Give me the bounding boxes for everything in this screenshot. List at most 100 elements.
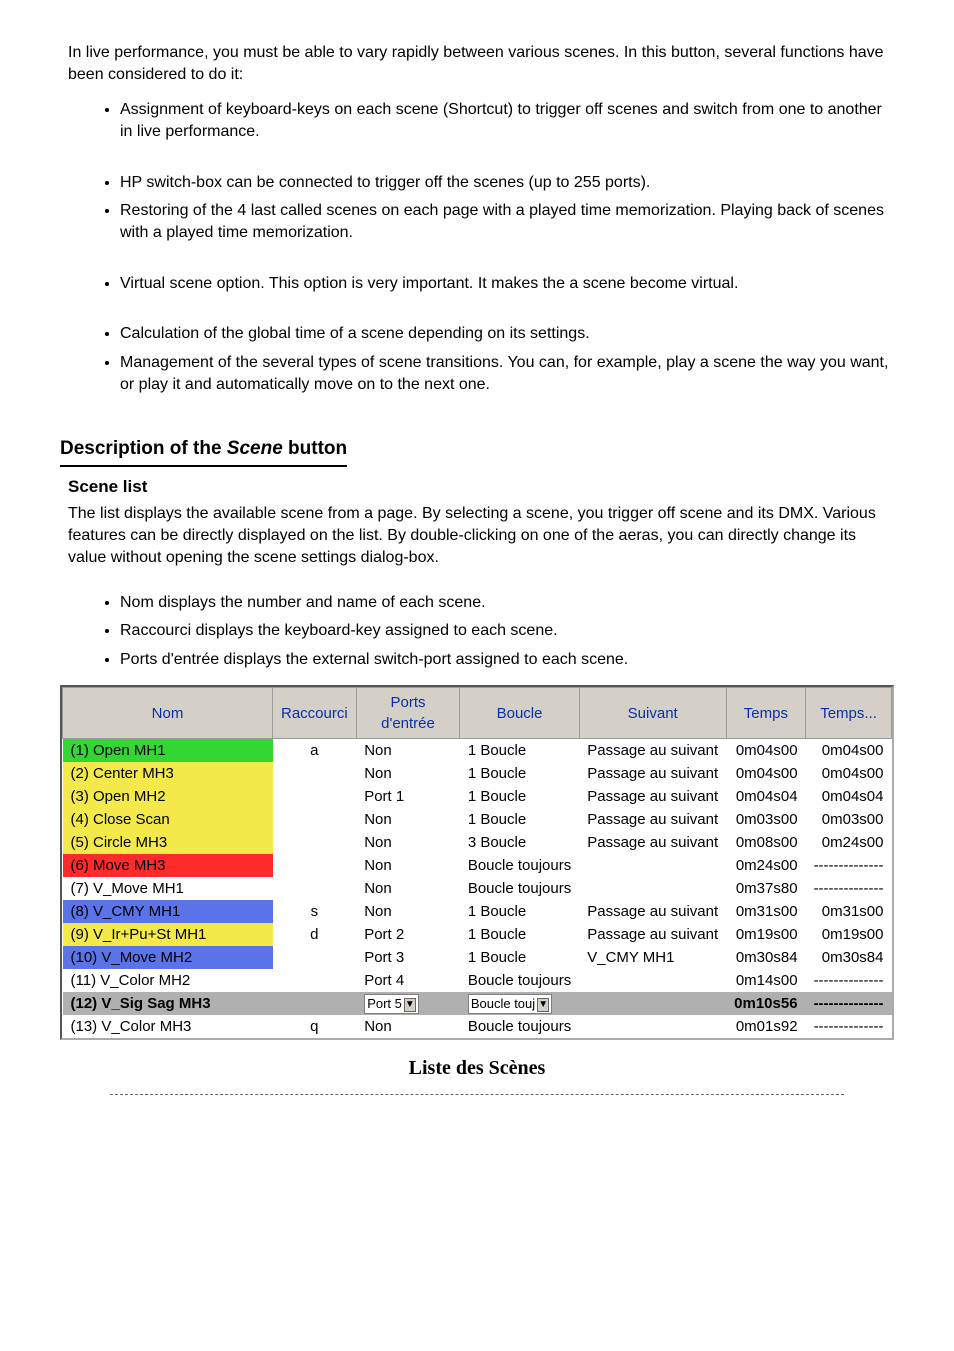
- col-ports[interactable]: Ports d'entrée: [356, 688, 460, 739]
- cell-raccourci[interactable]: d: [273, 923, 357, 946]
- cell-temps[interactable]: 0m10s56: [726, 992, 805, 1015]
- table-row[interactable]: (13) V_Color MH3qNonBoucle toujours0m01s…: [63, 1015, 892, 1038]
- cell-nom[interactable]: (12) V_Sig Sag MH3: [63, 992, 273, 1015]
- cell-boucle[interactable]: Boucle toujours: [460, 969, 579, 992]
- cell-suivant[interactable]: Passage au suivant: [579, 831, 726, 854]
- cell-boucle[interactable]: Boucle toujours: [460, 877, 579, 900]
- cell-temps[interactable]: 0m08s00: [726, 831, 805, 854]
- cell-temps2[interactable]: 0m03s00: [806, 808, 892, 831]
- cell-port[interactable]: Port 1: [356, 785, 460, 808]
- cell-temps2[interactable]: --------------: [806, 969, 892, 992]
- cell-suivant[interactable]: Passage au suivant: [579, 900, 726, 923]
- cell-temps[interactable]: 0m01s92: [726, 1015, 805, 1038]
- cell-port[interactable]: Port 3: [356, 946, 460, 969]
- table-row[interactable]: (5) Circle MH3Non3 BouclePassage au suiv…: [63, 831, 892, 854]
- port-dropdown[interactable]: Port 5▼: [364, 994, 419, 1014]
- cell-boucle[interactable]: Boucle toujours: [460, 854, 579, 877]
- cell-temps[interactable]: 0m19s00: [726, 923, 805, 946]
- cell-boucle[interactable]: 1 Boucle: [460, 808, 579, 831]
- cell-port[interactable]: Non: [356, 739, 460, 763]
- table-row[interactable]: (8) V_CMY MH1sNon1 BouclePassage au suiv…: [63, 900, 892, 923]
- cell-temps2[interactable]: 0m04s04: [806, 785, 892, 808]
- cell-port[interactable]: Port 5▼: [356, 992, 460, 1015]
- cell-boucle[interactable]: 1 Boucle: [460, 762, 579, 785]
- cell-nom[interactable]: (3) Open MH2: [63, 785, 273, 808]
- cell-temps2[interactable]: 0m31s00: [806, 900, 892, 923]
- cell-port[interactable]: Non: [356, 900, 460, 923]
- cell-boucle[interactable]: 1 Boucle: [460, 739, 579, 763]
- cell-nom[interactable]: (1) Open MH1: [63, 739, 273, 763]
- cell-raccourci[interactable]: [273, 992, 357, 1015]
- table-row[interactable]: (12) V_Sig Sag MH3 Port 5▼ Boucle touj▼ 0m1…: [63, 992, 892, 1015]
- cell-port[interactable]: Non: [356, 808, 460, 831]
- cell-nom[interactable]: (11) V_Color MH2: [63, 969, 273, 992]
- cell-temps2[interactable]: 0m24s00: [806, 831, 892, 854]
- chevron-down-icon[interactable]: ▼: [537, 998, 549, 1012]
- cell-nom[interactable]: (13) V_Color MH3: [63, 1015, 273, 1038]
- cell-port[interactable]: Non: [356, 1015, 460, 1038]
- cell-nom[interactable]: (6) Move MH3: [63, 854, 273, 877]
- cell-suivant[interactable]: [579, 877, 726, 900]
- cell-port[interactable]: Non: [356, 854, 460, 877]
- cell-raccourci[interactable]: [273, 808, 357, 831]
- cell-temps2[interactable]: --------------: [806, 854, 892, 877]
- table-row[interactable]: (3) Open MH2 Port 11 BouclePassage au sui…: [63, 785, 892, 808]
- cell-boucle[interactable]: 1 Boucle: [460, 946, 579, 969]
- cell-raccourci[interactable]: s: [273, 900, 357, 923]
- cell-temps2[interactable]: --------------: [806, 1015, 892, 1038]
- cell-nom[interactable]: (10) V_Move MH2: [63, 946, 273, 969]
- col-nom[interactable]: Nom: [63, 688, 273, 739]
- table-row[interactable]: (2) Center MH3 Non1 BouclePassage au suiv…: [63, 762, 892, 785]
- cell-temps2[interactable]: 0m30s84: [806, 946, 892, 969]
- col-temps2[interactable]: Temps...: [806, 688, 892, 739]
- cell-suivant[interactable]: [579, 854, 726, 877]
- cell-suivant[interactable]: Passage au suivant: [579, 785, 726, 808]
- cell-port[interactable]: Non: [356, 831, 460, 854]
- cell-suivant[interactable]: [579, 1015, 726, 1038]
- cell-temps[interactable]: 0m37s80: [726, 877, 805, 900]
- cell-suivant[interactable]: Passage au suivant: [579, 739, 726, 763]
- cell-raccourci[interactable]: [273, 762, 357, 785]
- table-row[interactable]: (4) Close Scan Non1 BouclePassage au suiv…: [63, 808, 892, 831]
- cell-raccourci[interactable]: a: [273, 739, 357, 763]
- cell-raccourci[interactable]: [273, 854, 357, 877]
- cell-suivant[interactable]: [579, 969, 726, 992]
- cell-nom[interactable]: (9) V_Ir+Pu+St MH1: [63, 923, 273, 946]
- cell-temps[interactable]: 0m04s00: [726, 739, 805, 763]
- cell-boucle[interactable]: Boucle touj▼: [460, 992, 579, 1015]
- cell-nom[interactable]: (7) V_Move MH1: [63, 877, 273, 900]
- table-row[interactable]: (10) V_Move MH2Port 31 BoucleV_CMY MH10m…: [63, 946, 892, 969]
- table-row[interactable]: (6) Move MH3NonBoucle toujours0m24s00---…: [63, 854, 892, 877]
- cell-port[interactable]: Non: [356, 762, 460, 785]
- cell-boucle[interactable]: 1 Boucle: [460, 923, 579, 946]
- cell-temps[interactable]: 0m31s00: [726, 900, 805, 923]
- cell-suivant[interactable]: Passage au suivant: [579, 923, 726, 946]
- cell-nom[interactable]: (2) Center MH3: [63, 762, 273, 785]
- cell-raccourci[interactable]: [273, 969, 357, 992]
- scenes-table[interactable]: Nom Raccourci Ports d'entrée Boucle Suiv…: [62, 687, 892, 1038]
- cell-temps2[interactable]: 0m19s00: [806, 923, 892, 946]
- cell-nom[interactable]: (4) Close Scan: [63, 808, 273, 831]
- cell-temps[interactable]: 0m04s00: [726, 762, 805, 785]
- cell-boucle[interactable]: 1 Boucle: [460, 785, 579, 808]
- cell-raccourci[interactable]: [273, 785, 357, 808]
- col-suivant[interactable]: Suivant: [579, 688, 726, 739]
- cell-temps2[interactable]: --------------: [806, 992, 892, 1015]
- cell-temps2[interactable]: --------------: [806, 877, 892, 900]
- table-row[interactable]: (11) V_Color MH2 Port 4Boucle toujours 0m1…: [63, 969, 892, 992]
- col-raccourci[interactable]: Raccourci: [273, 688, 357, 739]
- cell-suivant[interactable]: Passage au suivant: [579, 808, 726, 831]
- cell-port[interactable]: Non: [356, 877, 460, 900]
- cell-suivant[interactable]: Passage au suivant: [579, 762, 726, 785]
- cell-port[interactable]: Port 4: [356, 969, 460, 992]
- cell-temps[interactable]: 0m04s04: [726, 785, 805, 808]
- boucle-dropdown[interactable]: Boucle touj▼: [468, 994, 552, 1014]
- cell-temps[interactable]: 0m30s84: [726, 946, 805, 969]
- cell-nom[interactable]: (5) Circle MH3: [63, 831, 273, 854]
- cell-temps[interactable]: 0m14s00: [726, 969, 805, 992]
- table-row[interactable]: (9) V_Ir+Pu+St MH1dPort 21 BouclePassage…: [63, 923, 892, 946]
- col-boucle[interactable]: Boucle: [460, 688, 579, 739]
- cell-suivant[interactable]: V_CMY MH1: [579, 946, 726, 969]
- cell-boucle[interactable]: Boucle toujours: [460, 1015, 579, 1038]
- col-temps[interactable]: Temps: [726, 688, 805, 739]
